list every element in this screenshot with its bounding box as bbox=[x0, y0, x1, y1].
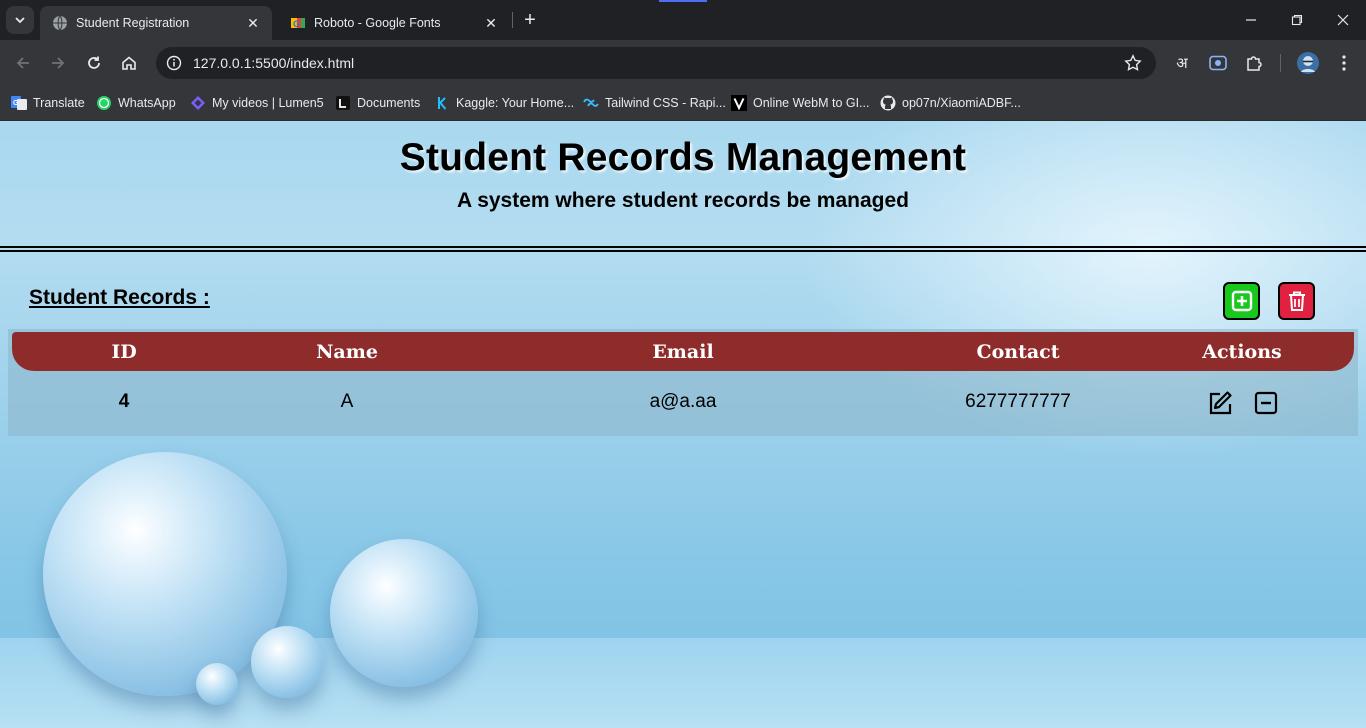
bookmark-github[interactable]: op07n/XiaomiADBF... bbox=[880, 92, 1021, 114]
add-record-button[interactable] bbox=[1223, 282, 1260, 320]
browser-toolbar: 127.0.0.1:5500/index.html अ bbox=[0, 40, 1366, 86]
bookmark-tailwind[interactable]: Tailwind CSS - Rapi... bbox=[583, 92, 726, 114]
tab-search-button[interactable] bbox=[6, 6, 34, 34]
edit-record-button[interactable] bbox=[1205, 388, 1235, 418]
close-window-button[interactable] bbox=[1320, 0, 1366, 40]
documents-icon bbox=[335, 95, 351, 111]
minimize-icon bbox=[1246, 19, 1256, 21]
page-viewport: Student Records Management A system wher… bbox=[0, 121, 1366, 728]
close-tab-icon[interactable]: ✕ bbox=[244, 14, 262, 32]
bookmark-webm[interactable]: Online WebM to GI... bbox=[731, 92, 869, 114]
trash-icon bbox=[1288, 291, 1305, 311]
plus-square-icon bbox=[1231, 290, 1252, 312]
records-heading: Student Records : bbox=[29, 286, 210, 309]
profile-avatar[interactable] bbox=[1296, 51, 1320, 75]
cell-contact: 6277777777 bbox=[965, 391, 1071, 412]
bookmark-label: Tailwind CSS - Rapi... bbox=[605, 96, 726, 110]
column-header-actions: Actions bbox=[1202, 341, 1282, 363]
chevron-down-icon bbox=[15, 17, 25, 24]
column-header-name: Name bbox=[316, 341, 378, 363]
bookmark-label: Translate bbox=[33, 96, 85, 110]
bookmarks-bar: G Translate WhatsApp My videos | Lumen5 … bbox=[0, 86, 1366, 121]
address-bar[interactable]: 127.0.0.1:5500/index.html bbox=[156, 47, 1156, 79]
bookmark-whatsapp[interactable]: WhatsApp bbox=[96, 92, 176, 114]
remove-record-button[interactable] bbox=[1251, 388, 1281, 418]
restore-icon bbox=[1291, 14, 1303, 26]
minimize-button[interactable] bbox=[1228, 0, 1274, 40]
column-header-email: Email bbox=[652, 341, 714, 363]
bookmark-label: Kaggle: Your Home... bbox=[456, 96, 575, 110]
home-button[interactable] bbox=[114, 48, 144, 78]
tab-divider bbox=[512, 12, 513, 28]
globe-icon bbox=[52, 15, 68, 31]
bookmark-documents[interactable]: Documents bbox=[335, 92, 420, 114]
edit-icon bbox=[1209, 391, 1232, 415]
bookmark-label: Online WebM to GI... bbox=[753, 96, 870, 110]
tab-strip: Student Registration ✕ G Roboto - Google… bbox=[0, 0, 1366, 40]
decorative-sphere-medium bbox=[330, 539, 478, 687]
kaggle-icon bbox=[434, 95, 450, 111]
svg-text:G: G bbox=[293, 19, 300, 29]
arrow-left-icon bbox=[16, 57, 29, 69]
new-tab-button[interactable]: + bbox=[518, 8, 542, 32]
site-info-icon[interactable] bbox=[164, 53, 184, 73]
bookmark-label: op07n/XiaomiADBF... bbox=[902, 96, 1021, 110]
extensions-puzzle-icon[interactable] bbox=[1243, 52, 1265, 74]
reload-button[interactable] bbox=[79, 48, 109, 78]
bookmark-lumen5[interactable]: My videos | Lumen5 bbox=[190, 92, 324, 114]
github-icon bbox=[880, 95, 896, 111]
decorative-sphere-tiny bbox=[196, 663, 238, 705]
menu-dots-icon[interactable] bbox=[1333, 52, 1355, 74]
screen-capture-extension-icon[interactable] bbox=[1207, 52, 1229, 74]
bookmark-label: My videos | Lumen5 bbox=[212, 96, 324, 110]
bookmark-label: Documents bbox=[357, 96, 421, 110]
arrow-right-icon bbox=[52, 57, 65, 69]
records-table: ID Name Email Contact Actions 4 A a@a.aa… bbox=[8, 329, 1358, 436]
google-fonts-icon: G bbox=[290, 15, 306, 31]
minus-square-icon bbox=[1254, 391, 1278, 415]
tab-title: Roboto - Google Fonts bbox=[314, 16, 441, 30]
toolbar-divider bbox=[1280, 54, 1281, 72]
home-icon bbox=[122, 56, 136, 70]
tailwind-icon bbox=[583, 95, 599, 111]
delete-all-button[interactable] bbox=[1278, 282, 1315, 320]
translate-extension-icon[interactable]: अ bbox=[1171, 52, 1193, 74]
tab-roboto-google-fonts[interactable]: G Roboto - Google Fonts ✕ bbox=[278, 6, 510, 40]
bookmark-translate[interactable]: G Translate bbox=[11, 92, 85, 114]
cell-id: 4 bbox=[118, 391, 130, 412]
bookmark-label: WhatsApp bbox=[118, 96, 176, 110]
translate-icon: G bbox=[11, 95, 27, 111]
forward-button[interactable] bbox=[43, 48, 73, 78]
column-header-contact: Contact bbox=[976, 341, 1060, 363]
page-subtitle: A system where student records be manage… bbox=[456, 189, 910, 212]
bookmark-kaggle[interactable]: Kaggle: Your Home... bbox=[434, 92, 574, 114]
bookmark-star-icon[interactable] bbox=[1124, 54, 1142, 72]
tab-title: Student Registration bbox=[76, 16, 190, 30]
decorative-sphere-small bbox=[251, 626, 323, 698]
cell-email: a@a.aa bbox=[649, 391, 717, 412]
lumen5-icon bbox=[190, 95, 206, 111]
whatsapp-icon bbox=[96, 95, 112, 111]
url-text: 127.0.0.1:5500/index.html bbox=[193, 55, 355, 71]
window-indicator bbox=[659, 0, 707, 2]
page-title: Student Records Management bbox=[399, 136, 967, 179]
column-header-id: ID bbox=[111, 341, 137, 363]
page-header: Student Records Management A system wher… bbox=[0, 121, 1366, 251]
tab-student-registration[interactable]: Student Registration ✕ bbox=[40, 6, 272, 40]
cell-name: A bbox=[340, 391, 354, 412]
close-icon bbox=[1337, 14, 1349, 26]
reload-icon bbox=[88, 56, 100, 69]
svg-text:G: G bbox=[13, 100, 19, 107]
table-header: ID Name Email Contact Actions bbox=[12, 332, 1354, 371]
close-tab-icon[interactable]: ✕ bbox=[482, 14, 500, 32]
header-divider bbox=[0, 246, 1366, 252]
webm-icon bbox=[731, 95, 747, 111]
back-button[interactable] bbox=[8, 48, 38, 78]
restore-button[interactable] bbox=[1274, 0, 1320, 40]
